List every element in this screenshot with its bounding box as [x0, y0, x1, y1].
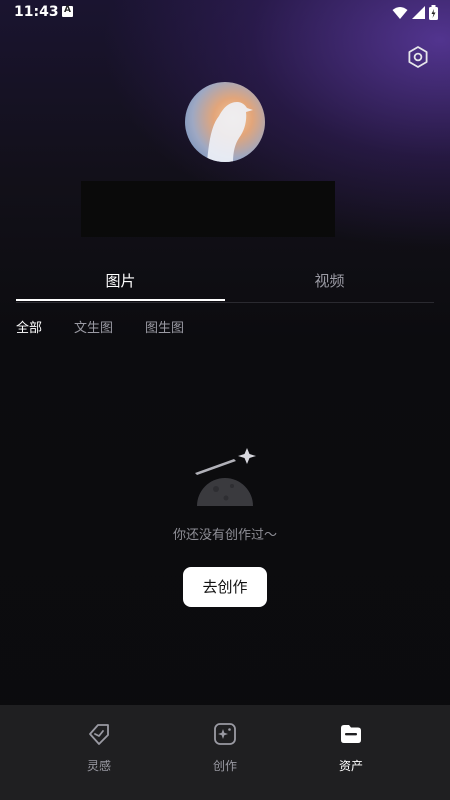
system-icons [392, 5, 438, 20]
active-tab-indicator [16, 299, 225, 301]
filter-text-to-image[interactable]: 文生图 [74, 318, 113, 340]
wifi-icon [392, 6, 408, 19]
battery-icon [429, 5, 438, 20]
avatar[interactable] [185, 82, 265, 162]
bottom-nav: 灵感 创作 资产 [0, 705, 450, 800]
tab-images[interactable]: 图片 [16, 262, 225, 300]
bird-silhouette-icon [207, 102, 253, 162]
settings-button[interactable] [405, 44, 431, 70]
folder-icon [341, 725, 361, 743]
signal-icon [412, 6, 425, 19]
go-create-button[interactable]: 去创作 [183, 567, 267, 607]
filter-image-to-image[interactable]: 图生图 [145, 318, 184, 340]
tag-icon [89, 724, 109, 745]
nav-label-assets: 资产 [338, 759, 363, 773]
status-time: 11:43 [14, 4, 59, 20]
filter-all[interactable]: 全部 [16, 318, 42, 340]
gear-icon [408, 46, 428, 68]
empty-moon-shooting-star-icon [195, 448, 256, 506]
empty-state-message: 你还没有创作过～ [172, 528, 277, 543]
notification-app-icon [62, 5, 73, 17]
status-bar: 11:43 [0, 0, 450, 26]
username-redacted [81, 181, 335, 237]
sparkle-square-icon [214, 723, 236, 745]
filter-bar: 全部 文生图 图生图 [16, 318, 216, 340]
media-tabs: 图片 视频 [16, 262, 434, 303]
nav-item-assets[interactable]: 资产 [276, 721, 426, 774]
tab-videos[interactable]: 视频 [225, 262, 434, 300]
